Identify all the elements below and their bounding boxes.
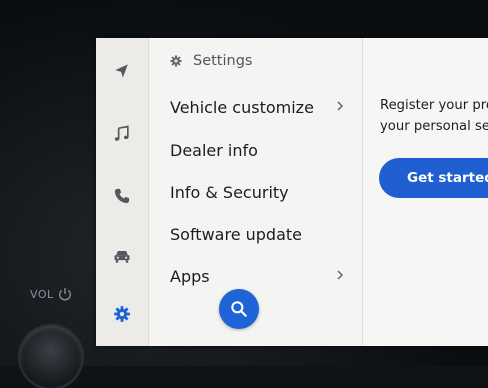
menu-item-software-update[interactable]: Software update [149, 214, 363, 254]
rail-item-settings[interactable] [106, 298, 138, 330]
volume-knob[interactable] [20, 326, 82, 388]
menu-item-label: Dealer info [170, 140, 258, 160]
search-icon [231, 301, 247, 317]
settings-header: Settings [169, 50, 252, 72]
menu-item-dealer-info[interactable]: Dealer info [149, 130, 363, 170]
menu-item-label: Software update [170, 224, 302, 244]
infotainment-screen: Settings Vehicle customize Dealer info I… [96, 38, 488, 346]
rail-item-music[interactable] [106, 118, 138, 150]
power-icon [58, 288, 71, 301]
menu-item-info-security[interactable]: Info & Security [149, 172, 363, 212]
chevron-right-icon [337, 270, 344, 280]
get-started-button[interactable]: Get started [379, 158, 488, 198]
menu-item-apps[interactable]: Apps [149, 256, 363, 296]
get-started-label: Get started [407, 170, 488, 186]
rail-item-phone[interactable] [106, 180, 138, 212]
menu-item-label: Info & Security [170, 182, 289, 202]
rail-item-navigation[interactable] [106, 55, 138, 87]
phone-icon [114, 188, 130, 204]
vol-text: VOL [30, 287, 54, 301]
content-pane: Register your pro your personal se Get s… [363, 38, 488, 346]
promo-line: your personal se [380, 119, 488, 134]
register-promo-text: Register your pro your personal se [380, 95, 488, 137]
gear-icon [170, 55, 182, 67]
car-icon [114, 251, 130, 263]
promo-line: Register your pro [380, 98, 488, 113]
chevron-right-icon [337, 101, 344, 111]
settings-menu: Settings Vehicle customize Dealer info I… [149, 38, 407, 346]
menu-item-label: Vehicle customize [170, 97, 314, 117]
menu-item-label: Apps [170, 266, 210, 286]
settings-title: Settings [193, 53, 253, 69]
side-nav-rail [96, 38, 149, 346]
gear-icon [114, 306, 130, 322]
navigation-icon [115, 64, 128, 78]
menu-item-vehicle-customize[interactable]: Vehicle customize [149, 87, 363, 127]
rail-item-vehicle[interactable] [106, 240, 138, 272]
search-button[interactable] [219, 289, 259, 329]
volume-label: VOL [30, 286, 73, 302]
music-icon [114, 125, 129, 141]
